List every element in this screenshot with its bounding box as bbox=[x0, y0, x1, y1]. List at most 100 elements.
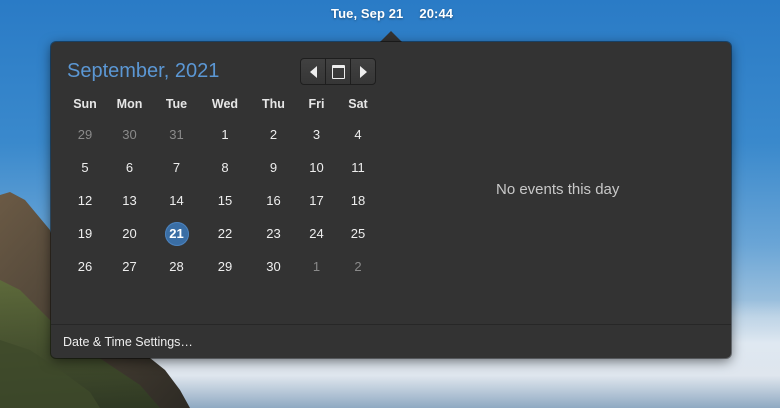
calendar-day-number: 24 bbox=[309, 226, 324, 241]
calendar-day-number: 18 bbox=[350, 193, 366, 208]
weekday-label: Fri bbox=[308, 97, 325, 111]
calendar-day-number: 19 bbox=[77, 226, 93, 241]
footer-divider bbox=[51, 324, 731, 325]
weekday-label: Mon bbox=[116, 97, 143, 111]
calendar-day-number: 2 bbox=[354, 259, 362, 274]
top-panel: Tue, Sep 21 20:44 bbox=[0, 0, 780, 30]
calendar-day-number: 22 bbox=[217, 226, 233, 241]
calendar-week-row: 29 30 31 1 2 3 4 bbox=[64, 118, 382, 151]
calendar-day-number: 14 bbox=[169, 193, 184, 208]
calendar-day-other-month[interactable]: 30 bbox=[106, 118, 153, 151]
chevron-right-icon bbox=[359, 65, 367, 78]
calendar-day[interactable]: 19 bbox=[64, 217, 106, 250]
today-button[interactable] bbox=[326, 59, 351, 84]
panel-date: Tue, Sep 21 bbox=[331, 6, 404, 21]
calendar-grid: Sun Mon Tue Wed Thu Fri Sat 29 30 31 1 2 3 4 5 6… bbox=[64, 94, 382, 283]
calendar-day[interactable]: 3 bbox=[297, 118, 336, 151]
calendar-week-row: 5 6 7 8 9 10 11 bbox=[64, 151, 382, 184]
calendar-day[interactable]: 4 bbox=[336, 118, 380, 151]
calendar-icon bbox=[331, 64, 345, 79]
calendar-day[interactable]: 28 bbox=[153, 250, 200, 283]
calendar-day[interactable]: 10 bbox=[297, 151, 336, 184]
calendar-day[interactable]: 17 bbox=[297, 184, 336, 217]
next-month-button[interactable] bbox=[351, 59, 375, 84]
calendar-day-number: 31 bbox=[169, 127, 184, 142]
calendar-day-number: 2 bbox=[269, 127, 278, 142]
calendar-day[interactable]: 25 bbox=[336, 217, 380, 250]
calendar-day[interactable]: 15 bbox=[200, 184, 250, 217]
calendar-day-number: 4 bbox=[354, 127, 362, 142]
calendar-nav bbox=[300, 58, 376, 85]
calendar-day-number: 28 bbox=[169, 259, 184, 274]
calendar-day[interactable]: 1 bbox=[200, 118, 250, 151]
calendar-day[interactable]: 22 bbox=[200, 217, 250, 250]
panel-clock[interactable]: Tue, Sep 21 20:44 bbox=[331, 6, 453, 21]
calendar-week-row: 19 20 21 22 23 24 25 bbox=[64, 217, 382, 250]
calendar-day-number: 17 bbox=[309, 193, 324, 208]
calendar-day-number: 21 bbox=[164, 221, 189, 246]
date-time-settings-link[interactable]: Date & Time Settings… bbox=[63, 335, 193, 349]
calendar-day-number: 16 bbox=[266, 193, 281, 208]
calendar-day-number: 25 bbox=[350, 226, 366, 241]
calendar-day[interactable]: 13 bbox=[106, 184, 153, 217]
weekday-label: Sat bbox=[348, 97, 368, 111]
calendar-day-number: 15 bbox=[217, 193, 233, 208]
weekday-label: Tue bbox=[165, 97, 188, 111]
calendar-day-today[interactable]: 21 bbox=[153, 217, 200, 250]
calendar-day-number: 11 bbox=[351, 160, 365, 175]
calendar-day-number: 26 bbox=[77, 259, 93, 274]
calendar-week-row: 26 27 28 29 30 1 2 bbox=[64, 250, 382, 283]
calendar-day-number: 30 bbox=[266, 259, 281, 274]
calendar-day-other-month[interactable]: 31 bbox=[153, 118, 200, 151]
calendar-day[interactable]: 29 bbox=[200, 250, 250, 283]
weekday-label: Sun bbox=[73, 97, 97, 111]
calendar-day-number: 30 bbox=[122, 127, 137, 142]
calendar-day-number: 13 bbox=[122, 193, 137, 208]
calendar-day-number: 29 bbox=[77, 127, 93, 142]
calendar-day[interactable]: 18 bbox=[336, 184, 380, 217]
calendar-weeks: 29 30 31 1 2 3 4 5 6 7 8 9 10 11 12 13 14 15 16 17 18 19 20 21 2… bbox=[64, 118, 382, 283]
calendar-day-number: 5 bbox=[81, 160, 89, 175]
calendar-day[interactable]: 11 bbox=[336, 151, 380, 184]
calendar-day-number: 27 bbox=[122, 259, 137, 274]
calendar-day-number: 10 bbox=[309, 160, 324, 175]
calendar-day[interactable]: 9 bbox=[250, 151, 297, 184]
calendar-day[interactable]: 16 bbox=[250, 184, 297, 217]
previous-month-button[interactable] bbox=[301, 59, 326, 84]
calendar-day-number: 1 bbox=[221, 127, 229, 142]
calendar-day[interactable]: 23 bbox=[250, 217, 297, 250]
calendar-day-other-month[interactable]: 1 bbox=[297, 250, 336, 283]
weekday-label: Thu bbox=[262, 97, 285, 111]
calendar-day[interactable]: 2 bbox=[250, 118, 297, 151]
calendar-day-number: 9 bbox=[269, 160, 278, 175]
calendar-day[interactable]: 26 bbox=[64, 250, 106, 283]
calendar-day-number: 23 bbox=[266, 226, 281, 241]
calendar-day[interactable]: 20 bbox=[106, 217, 153, 250]
chevron-left-icon bbox=[309, 65, 317, 78]
events-empty-label: No events this day bbox=[496, 181, 620, 198]
calendar-day-number: 29 bbox=[217, 259, 233, 274]
calendar-day[interactable]: 14 bbox=[153, 184, 200, 217]
calendar-day[interactable]: 30 bbox=[250, 250, 297, 283]
calendar-day-number: 1 bbox=[312, 259, 321, 274]
calendar-day[interactable]: 27 bbox=[106, 250, 153, 283]
calendar-day[interactable]: 8 bbox=[200, 151, 250, 184]
weekday-label: Wed bbox=[211, 97, 239, 111]
calendar-week-row: 12 13 14 15 16 17 18 bbox=[64, 184, 382, 217]
calendar-day-number: 12 bbox=[77, 193, 93, 208]
calendar-day[interactable]: 5 bbox=[64, 151, 106, 184]
popover-arrow bbox=[380, 31, 402, 42]
desktop-wallpaper: Tue, Sep 21 20:44 September, 2021 Sun Mon… bbox=[0, 0, 780, 408]
month-title: September, 2021 bbox=[67, 60, 220, 82]
calendar-day-number: 20 bbox=[122, 226, 137, 241]
calendar-day-number: 6 bbox=[125, 160, 134, 175]
calendar-day-other-month[interactable]: 29 bbox=[64, 118, 106, 151]
calendar-day-number: 3 bbox=[312, 127, 321, 142]
calendar-day-number: 8 bbox=[221, 160, 229, 175]
calendar-day[interactable]: 7 bbox=[153, 151, 200, 184]
calendar-day[interactable]: 6 bbox=[106, 151, 153, 184]
calendar-day-other-month[interactable]: 2 bbox=[336, 250, 380, 283]
weekday-header: Sun Mon Tue Wed Thu Fri Sat bbox=[64, 94, 382, 118]
calendar-day[interactable]: 12 bbox=[64, 184, 106, 217]
calendar-day[interactable]: 24 bbox=[297, 217, 336, 250]
